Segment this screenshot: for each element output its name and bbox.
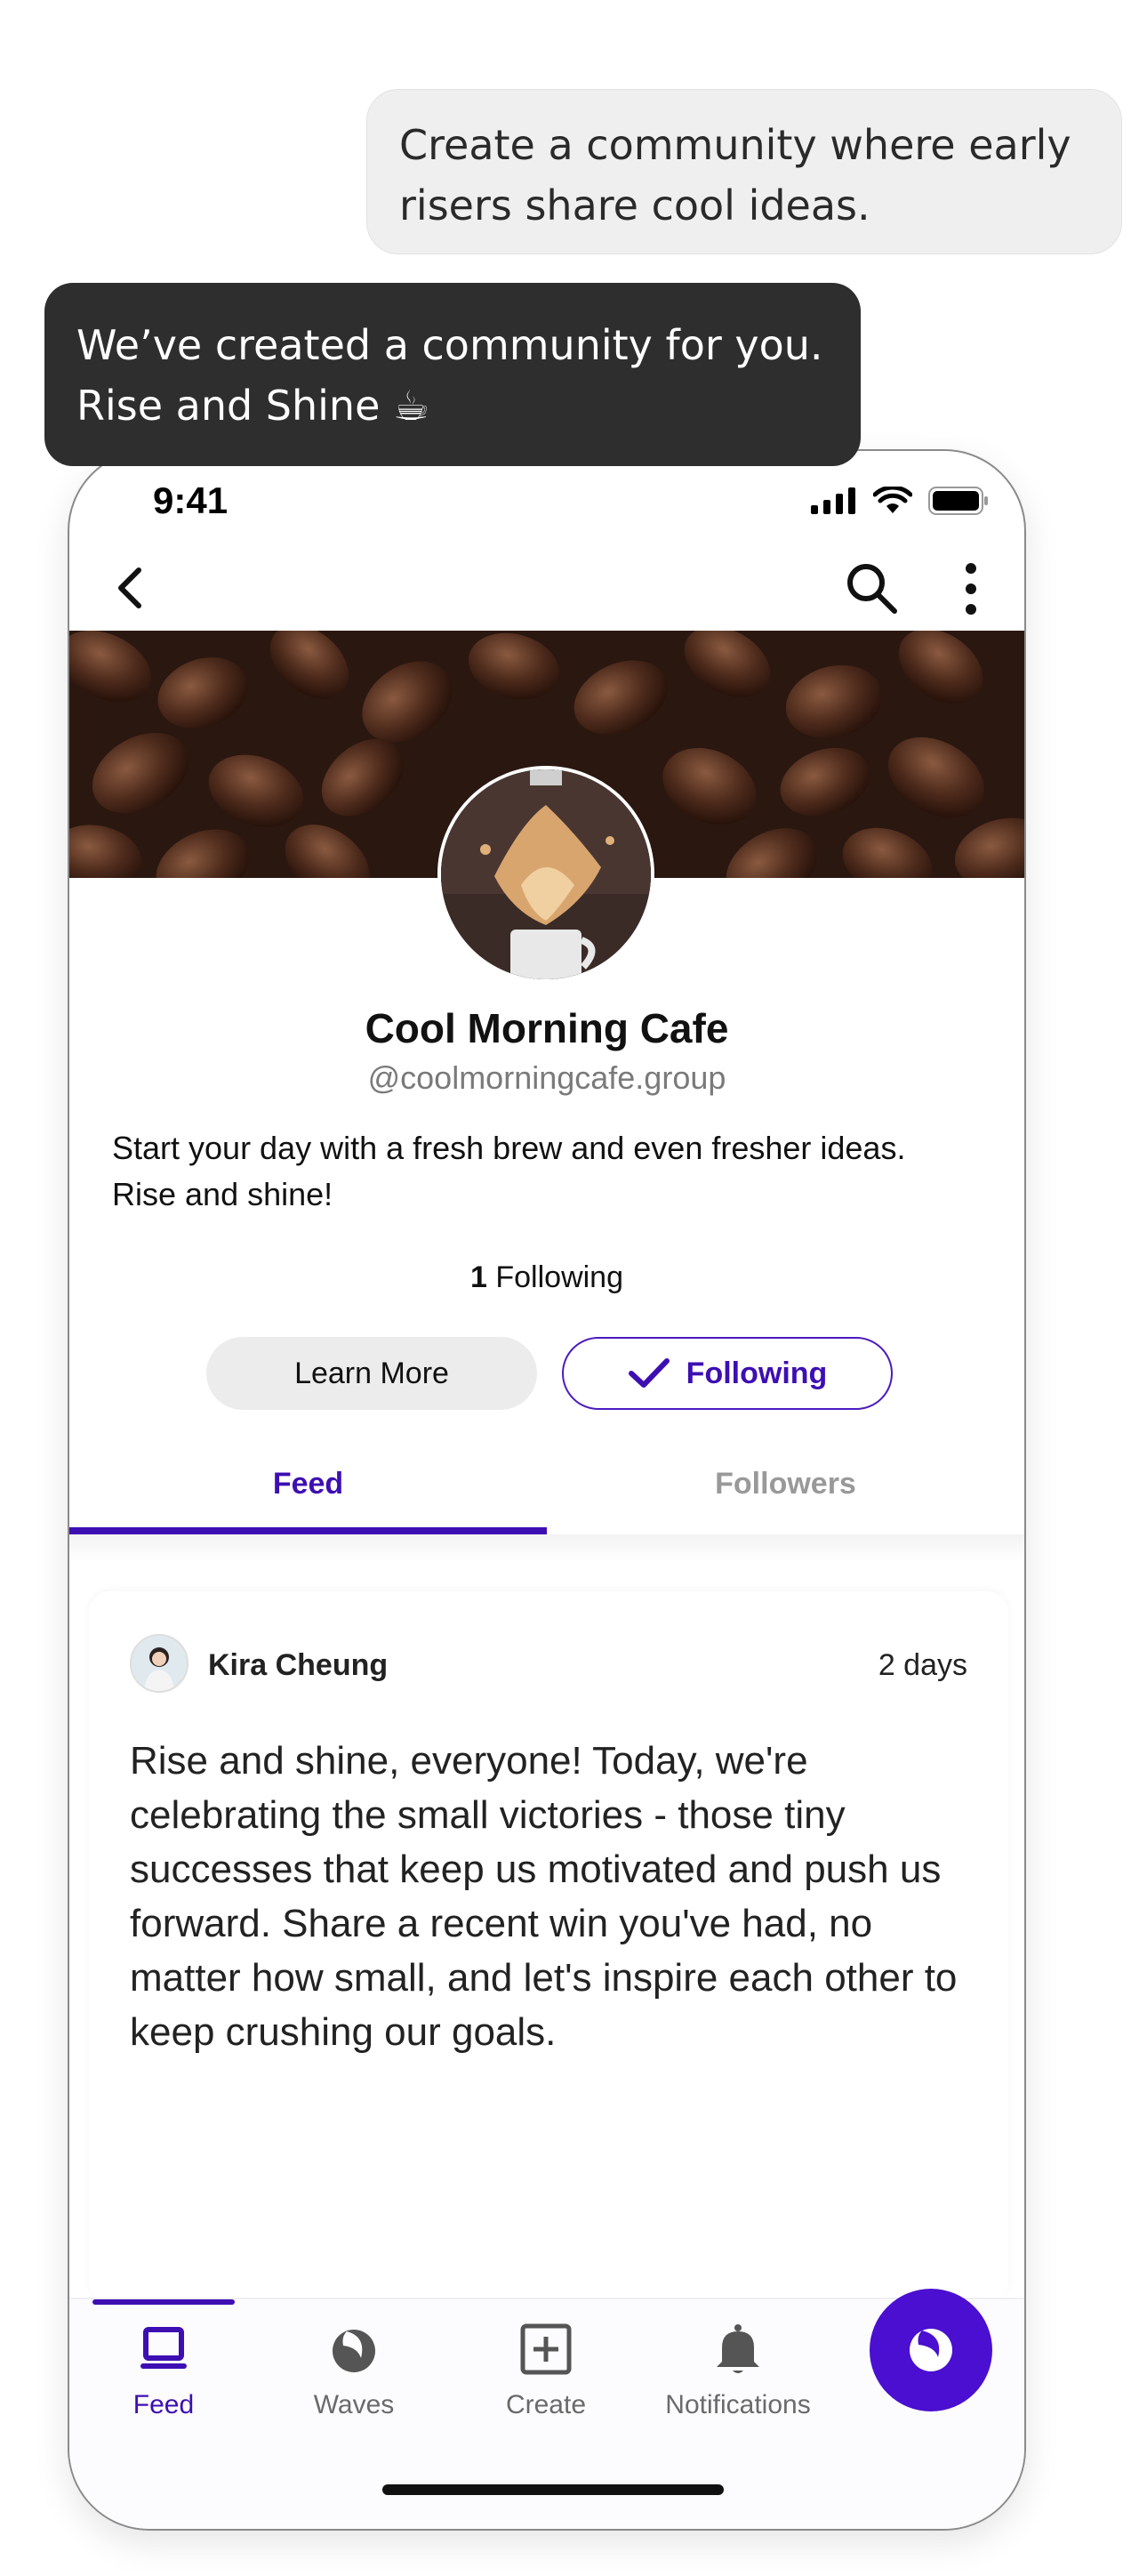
- group-description: Start your day with a fresh brew and eve…: [112, 1130, 906, 1212]
- coffee-splash-image: [441, 769, 651, 979]
- post-card[interactable]: Kira Cheung 2 days Rise and shine, every…: [89, 1591, 1008, 2303]
- active-tab-indicator: [92, 2299, 235, 2305]
- author-avatar[interactable]: [130, 1634, 188, 1693]
- user-message-bubble: Create a community where early risers sh…: [366, 89, 1122, 254]
- feed-icon: [140, 2327, 187, 2369]
- bottom-nav-feed-label: Feed: [132, 2390, 195, 2419]
- checkmark-icon: [628, 1358, 670, 1388]
- tab-feed-label: Feed: [272, 1466, 344, 1501]
- tab-followers-label: Followers: [715, 1466, 856, 1501]
- learn-more-label: Learn More: [294, 1356, 449, 1390]
- bottom-nav-waves[interactable]: Waves: [265, 2321, 443, 2445]
- assistant-message-text: We’ve created a community for you. Rise …: [76, 321, 823, 430]
- waves-icon: [333, 2330, 375, 2372]
- following-button-label: Following: [686, 1356, 828, 1390]
- search-icon[interactable]: [841, 558, 903, 620]
- group-avatar: [437, 766, 654, 983]
- bell-icon: [717, 2324, 759, 2373]
- group-handle: @coolmorningcafe.group: [367, 1059, 726, 1096]
- waves-fab-button[interactable]: [870, 2289, 992, 2411]
- post-body: Rise and shine, everyone! Today, we're c…: [130, 1739, 958, 2054]
- following-button[interactable]: Following: [562, 1337, 893, 1410]
- user-message-text: Create a community where early risers sh…: [399, 121, 1071, 229]
- wifi-icon: [873, 487, 912, 513]
- learn-more-button[interactable]: Learn More: [206, 1337, 537, 1410]
- status-time: 9:41: [153, 479, 229, 521]
- assistant-message-bubble: We’ve created a community for you. Rise …: [44, 283, 861, 466]
- wave-swirl-icon: [910, 2329, 952, 2371]
- group-name: Cool Morning Cafe: [365, 1005, 729, 1051]
- top-navigation: [69, 540, 1024, 638]
- following-count-number: 1: [470, 1260, 487, 1294]
- post-author-name[interactable]: Kira Cheung: [208, 1648, 388, 1683]
- status-icons: [811, 487, 989, 515]
- more-options-icon[interactable]: [953, 558, 989, 620]
- bottom-nav-create[interactable]: Create: [457, 2321, 635, 2445]
- bottom-nav-notifications[interactable]: Notifications: [649, 2321, 827, 2445]
- post-timestamp: 2 days: [878, 1648, 967, 1682]
- bottom-nav-waves-label: Waves: [313, 2390, 395, 2419]
- back-arrow-icon[interactable]: [105, 561, 158, 615]
- home-indicator[interactable]: [382, 2484, 724, 2495]
- tabs-divider: [69, 1534, 1024, 1561]
- tab-feed[interactable]: Feed: [69, 1433, 547, 1534]
- following-count[interactable]: 1 Following: [69, 1260, 1024, 1295]
- battery-icon: [928, 487, 988, 515]
- phone-frame: 9:41 Cool Morning Cafe @coolmorningcafe.…: [68, 449, 1026, 2531]
- author-avatar-image: [132, 1636, 187, 1691]
- bottom-nav-create-label: Create: [505, 2390, 587, 2419]
- create-icon: [520, 2323, 572, 2375]
- following-count-label: Following: [495, 1260, 623, 1294]
- bottom-nav-notifications-label: Notifications: [665, 2390, 811, 2419]
- tab-followers[interactable]: Followers: [547, 1433, 1024, 1534]
- profile-tabs: Feed Followers: [69, 1433, 1024, 1534]
- bottom-nav-feed[interactable]: Feed: [75, 2321, 253, 2445]
- signal-icon: [811, 487, 855, 514]
